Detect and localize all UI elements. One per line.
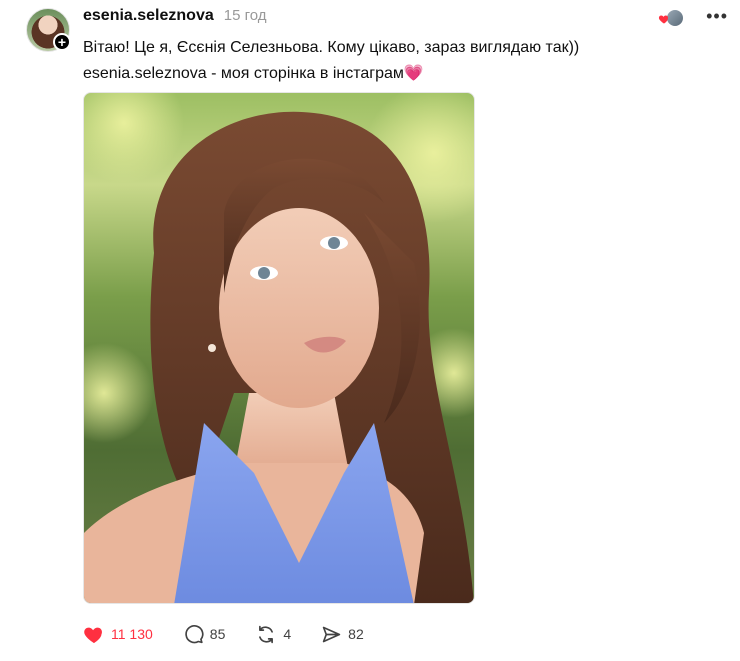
more-icon[interactable]: ••• xyxy=(706,6,728,27)
timestamp[interactable]: 15 год xyxy=(224,7,267,24)
repost-icon xyxy=(259,625,274,643)
repost-count: 4 xyxy=(283,626,292,642)
share-button[interactable]: 82 xyxy=(321,624,364,645)
liked-by-indicator[interactable] xyxy=(658,7,685,27)
comment-icon xyxy=(185,624,204,643)
author-avatar[interactable]: + xyxy=(26,8,72,54)
post-image[interactable] xyxy=(83,92,475,604)
post-text-line: esenia.seleznova - моя сторінка в інстаг… xyxy=(83,61,703,87)
reply-button[interactable]: 85 xyxy=(183,624,226,645)
thread-post: + esenia.seleznova 15 год ••• Вітаю! Це … xyxy=(0,0,740,661)
like-count: 11 130 xyxy=(111,626,153,642)
post-text-line: Вітаю! Це я, Єсєнія Селезньова. Кому цік… xyxy=(83,39,580,56)
send-icon xyxy=(322,626,341,642)
follow-plus-icon[interactable]: + xyxy=(53,33,71,51)
portrait-photo xyxy=(84,93,474,603)
heart-emoji-icon: 💗 xyxy=(403,65,424,82)
username[interactable]: esenia.seleznova xyxy=(83,7,214,25)
post-header: esenia.seleznova 15 год xyxy=(83,7,267,29)
post-text: Вітаю! Це я, Єсєнія Селезньова. Кому цік… xyxy=(83,35,703,87)
post-text-link-line: esenia.seleznova - моя сторінка в інстаг… xyxy=(83,65,404,82)
header-actions: ••• xyxy=(658,6,728,27)
heart-filled-icon xyxy=(84,627,102,644)
like-button[interactable]: 11 130 xyxy=(83,624,153,644)
repost-button[interactable]: 4 xyxy=(255,624,291,645)
post-actions: 11 130 85 4 82 xyxy=(83,622,394,646)
heart-icon xyxy=(659,15,669,23)
reply-count: 85 xyxy=(209,626,226,642)
share-count: 82 xyxy=(348,626,364,642)
